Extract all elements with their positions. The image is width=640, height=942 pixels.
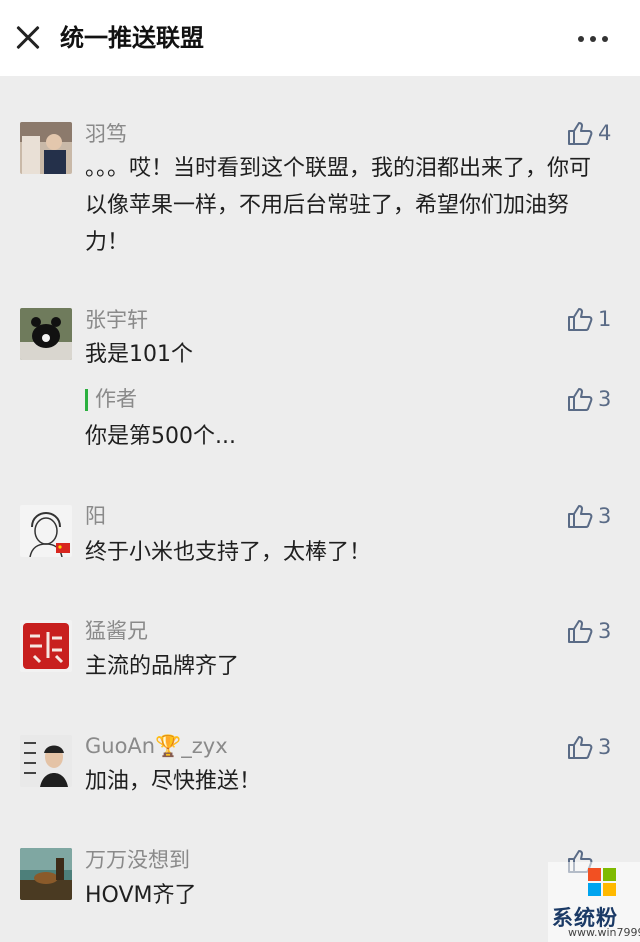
like-button[interactable]: 3 [566,616,611,646]
thumbs-up-icon [568,388,593,411]
like-button[interactable]: 4 [566,118,611,148]
more-icon[interactable] [576,36,610,44]
avatar[interactable] [20,620,72,672]
comment-text: 主流的品牌齐了 [85,654,240,679]
avatar[interactable] [20,848,72,900]
avatar[interactable] [20,735,72,787]
comment-author: 猛酱兄 [85,619,148,643]
like-button[interactable]: 3 [566,384,611,414]
windows-logo-icon [588,868,616,896]
avatar[interactable] [20,505,72,557]
comment-author: 羽笃 [85,122,127,146]
like-count: 3 [598,735,612,759]
comment-text: 。。。哎！当时看到这个联盟，我的泪都出来了，你可以像苹果一样，不用后台常驻了，希… [85,156,592,255]
like-count: 3 [598,619,612,643]
watermark-url: www.win7999.com [568,926,640,939]
comment-text: 我是101个 [85,342,193,367]
like-count: 1 [598,307,612,331]
comment-text: 加油，尽快推送！ [85,769,262,794]
author-reply-marker [85,389,88,411]
thumbs-up-icon [568,736,593,759]
comment-author: 阳 [85,504,106,528]
like-count: 3 [598,504,612,528]
thumbs-up-icon [568,620,593,643]
like-count: 3 [598,387,612,411]
avatar[interactable] [20,122,72,174]
thumbs-up-icon [568,122,593,145]
comment-text: HOVM齐了 [85,883,197,908]
thumbs-up-icon [568,308,593,331]
comment-author: GuoAn🏆_zyx [85,734,228,758]
author-label: 作者 [95,387,137,411]
comment-author: 张宇轩 [85,308,148,332]
like-button[interactable]: 3 [566,501,611,531]
like-button[interactable]: 3 [566,732,611,762]
page-title: 统一推送联盟 [60,24,204,52]
comment-author: 万万没想到 [85,848,190,872]
close-icon[interactable] [14,24,42,52]
top-bar: 统一推送联盟 [0,0,640,76]
like-button[interactable]: 1 [566,304,611,334]
thumbs-up-icon [568,505,593,528]
watermark: 系统粉 www.win7999.com [548,862,640,942]
like-count: 4 [598,121,612,145]
comment-text: 终于小米也支持了，太棒了！ [85,540,372,565]
avatar[interactable] [20,308,72,360]
author-reply-text: 你是第500个... [85,424,236,449]
